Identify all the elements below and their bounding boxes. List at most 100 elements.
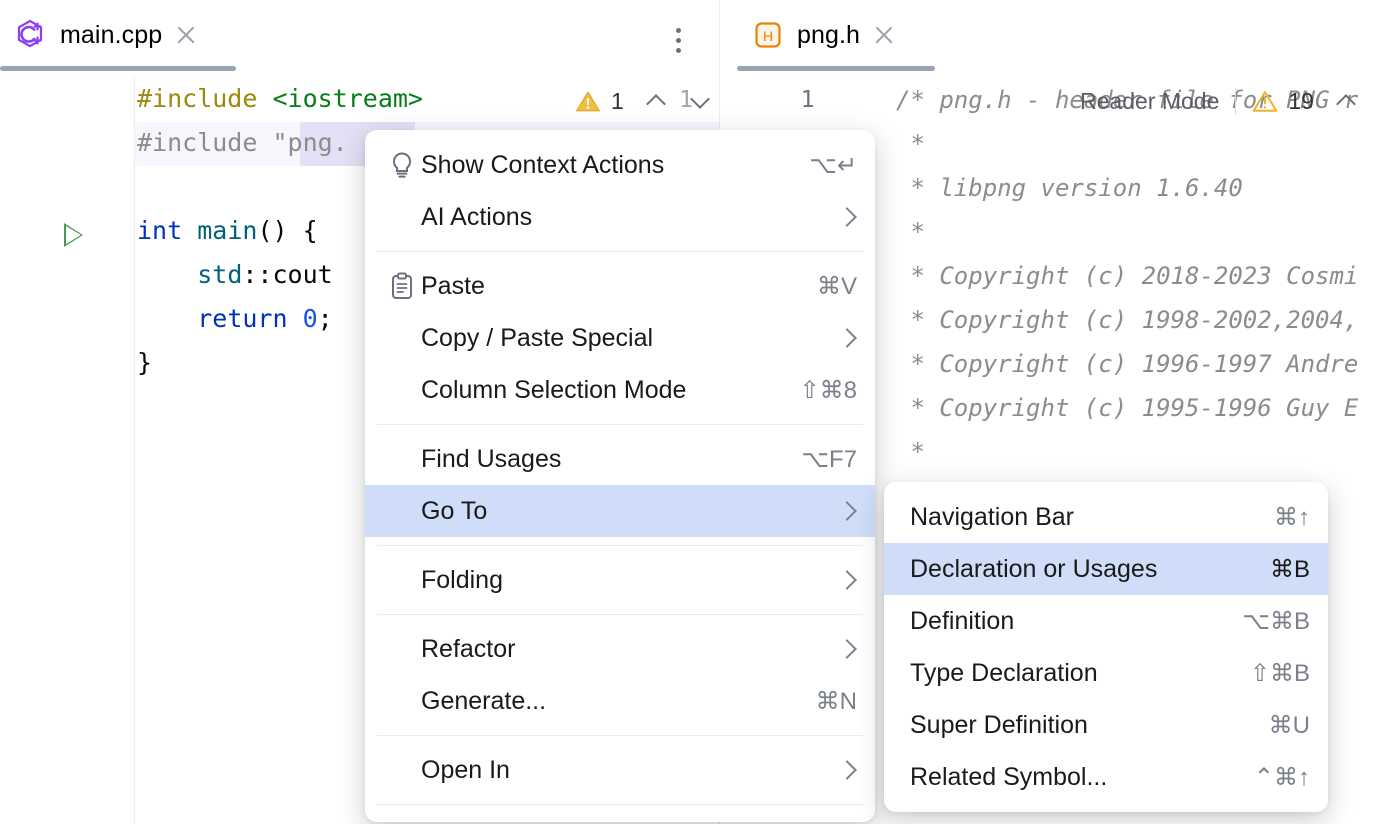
run-gutter-icon-inner <box>66 226 81 244</box>
menu-separator <box>377 804 863 805</box>
close-icon[interactable] <box>174 23 198 47</box>
submenu-item-type-declaration[interactable]: Type Declaration ⇧⌘B <box>884 647 1328 699</box>
menu-separator <box>377 614 863 615</box>
code-token <box>137 304 197 333</box>
code-line: * Copyright (c) 1998-2002,2004, <box>896 306 1358 334</box>
close-icon[interactable] <box>872 23 896 47</box>
chevron-right-icon <box>837 570 857 590</box>
submenu-item-shortcut: ⌘↑ <box>1274 503 1310 532</box>
menu-item-shortcut: ⌥F7 <box>801 445 857 474</box>
submenu-item-super-definition[interactable]: Super Definition⌘U <box>884 699 1328 751</box>
warning-triangle-icon <box>1252 90 1278 113</box>
code-line: int main() { <box>137 216 318 245</box>
code-token <box>288 304 303 333</box>
submenu-item-shortcut: ⌘B <box>1270 555 1310 584</box>
editor-tab-bar: main.cpp H png.h <box>0 0 1396 78</box>
submenu-item-related-symbol[interactable]: Related Symbol...⌃⌘↑ <box>884 751 1328 803</box>
code-line: * Copyright (c) 2018-2023 Cosmi <box>896 262 1358 290</box>
submenu-item-label: Definition <box>910 607 1216 636</box>
code-line: } <box>137 348 152 377</box>
code-token: std <box>197 260 242 289</box>
submenu-item-label: Navigation Bar <box>910 503 1248 532</box>
reader-mode-label[interactable]: Reader Mode <box>1080 88 1219 115</box>
menu-item-label: Show Context Actions <box>421 151 783 180</box>
code-token: :: <box>242 260 272 289</box>
menu-separator <box>377 735 863 736</box>
menu-item-label: Generate... <box>421 687 790 716</box>
tab-group-left: main.cpp <box>0 0 719 78</box>
kebab-menu-icon[interactable] <box>666 20 692 60</box>
editor-context-menu[interactable]: Show Context Actions ⌥↵ AI Actions Paste⌘V C… <box>365 130 875 822</box>
menu-item-show-context-actions[interactable]: Show Context Actions ⌥↵ <box>365 139 875 191</box>
chevron-down-icon[interactable] <box>690 91 712 113</box>
menu-item-label: Copy / Paste Special <box>421 324 811 353</box>
code-line: return 0; <box>137 304 333 333</box>
code-line: * libpng version 1.6.40 <box>896 174 1243 202</box>
code-token: ; <box>318 304 333 333</box>
code-line: #include <iostream> <box>137 84 423 113</box>
warning-count: 1 <box>611 88 624 115</box>
submenu-item-shortcut: ⇧⌘B <box>1250 659 1310 688</box>
chevron-right-icon <box>837 760 857 780</box>
menu-separator <box>377 545 863 546</box>
menu-item-copy-paste-special[interactable]: Copy / Paste Special <box>365 312 875 364</box>
code-token: () { <box>257 216 317 245</box>
menu-item-shortcut: ⌘V <box>817 272 857 301</box>
editor-right-status: Reader Mode 19 <box>1080 88 1358 115</box>
menu-item-find-usages[interactable]: Find Usages ⌥F7 <box>365 433 875 485</box>
menu-item-go-to[interactable]: Go To <box>365 485 875 537</box>
code-token: return <box>197 304 287 333</box>
tab-label: png.h <box>797 21 860 50</box>
menu-item-ai-actions[interactable]: AI Actions <box>365 191 875 243</box>
menu-item-shortcut: ⌘N <box>816 687 857 716</box>
submenu-item-label: Declaration or Usages <box>910 555 1244 584</box>
tab-active-underline-main <box>0 66 236 71</box>
svg-text:H: H <box>763 28 773 44</box>
code-line: #include "png. <box>137 128 348 157</box>
menu-item-column-selection-mode[interactable]: Column Selection Mode⇧⌘8 <box>365 364 875 416</box>
code-token: 0 <box>303 304 318 333</box>
gutter-main-cpp[interactable] <box>0 78 135 824</box>
chevron-right-icon <box>837 207 857 227</box>
tab-png-h[interactable]: H png.h <box>737 0 935 70</box>
code-token: <iostream> <box>272 84 423 113</box>
code-line: * <box>896 218 925 246</box>
submenu-item-label: Related Symbol... <box>910 763 1228 792</box>
menu-item-label: Go To <box>421 497 811 526</box>
submenu-item-declaration-or-usages[interactable]: Declaration or Usages ⌘B <box>884 543 1328 595</box>
menu-separator <box>377 251 863 252</box>
code-token: cout <box>272 260 332 289</box>
menu-item-refactor[interactable]: Refactor <box>365 623 875 675</box>
code-token: #include "png. <box>137 128 348 157</box>
code-token <box>182 216 197 245</box>
menu-item-label: Open In <box>421 756 811 785</box>
lightbulb-icon <box>383 151 421 179</box>
menu-item-shortcut: ⌥↵ <box>809 151 857 180</box>
code-token: } <box>137 348 152 377</box>
menu-item-generate[interactable]: Generate... ⌘N <box>365 675 875 727</box>
menu-item-open-in[interactable]: Open In <box>365 744 875 796</box>
code-line: * Copyright (c) 1996-1997 Andre <box>896 350 1358 378</box>
submenu-item-label: Type Declaration <box>910 659 1224 688</box>
menu-item-paste[interactable]: Paste⌘V <box>365 260 875 312</box>
clipboard-icon <box>383 272 421 300</box>
header-file-icon: H <box>751 18 785 52</box>
cpp-file-icon <box>14 18 48 52</box>
tab-group-right: H png.h <box>719 0 1396 78</box>
chevron-right-icon <box>837 639 857 659</box>
menu-item-shortcut: ⇧⌘8 <box>800 376 857 405</box>
submenu-item-navigation-bar[interactable]: Navigation Bar ⌘↑ <box>884 491 1328 543</box>
code-token <box>137 260 197 289</box>
chevron-up-icon[interactable] <box>646 91 668 113</box>
code-token: main <box>197 216 257 245</box>
menu-item-label: Refactor <box>421 635 811 664</box>
chevron-right-icon <box>837 328 857 348</box>
menu-item-label: Find Usages <box>421 445 775 474</box>
chevron-up-icon[interactable] <box>1336 91 1358 113</box>
go-to-submenu[interactable]: Navigation Bar⌘↑Declaration or Usages⌘BD… <box>884 482 1328 812</box>
tab-label: main.cpp <box>60 21 162 50</box>
menu-item-folding[interactable]: Folding <box>365 554 875 606</box>
tab-main-cpp[interactable]: main.cpp <box>0 0 236 70</box>
submenu-item-definition[interactable]: Definition⌥⌘B <box>884 595 1328 647</box>
menu-item-label: Folding <box>421 566 811 595</box>
